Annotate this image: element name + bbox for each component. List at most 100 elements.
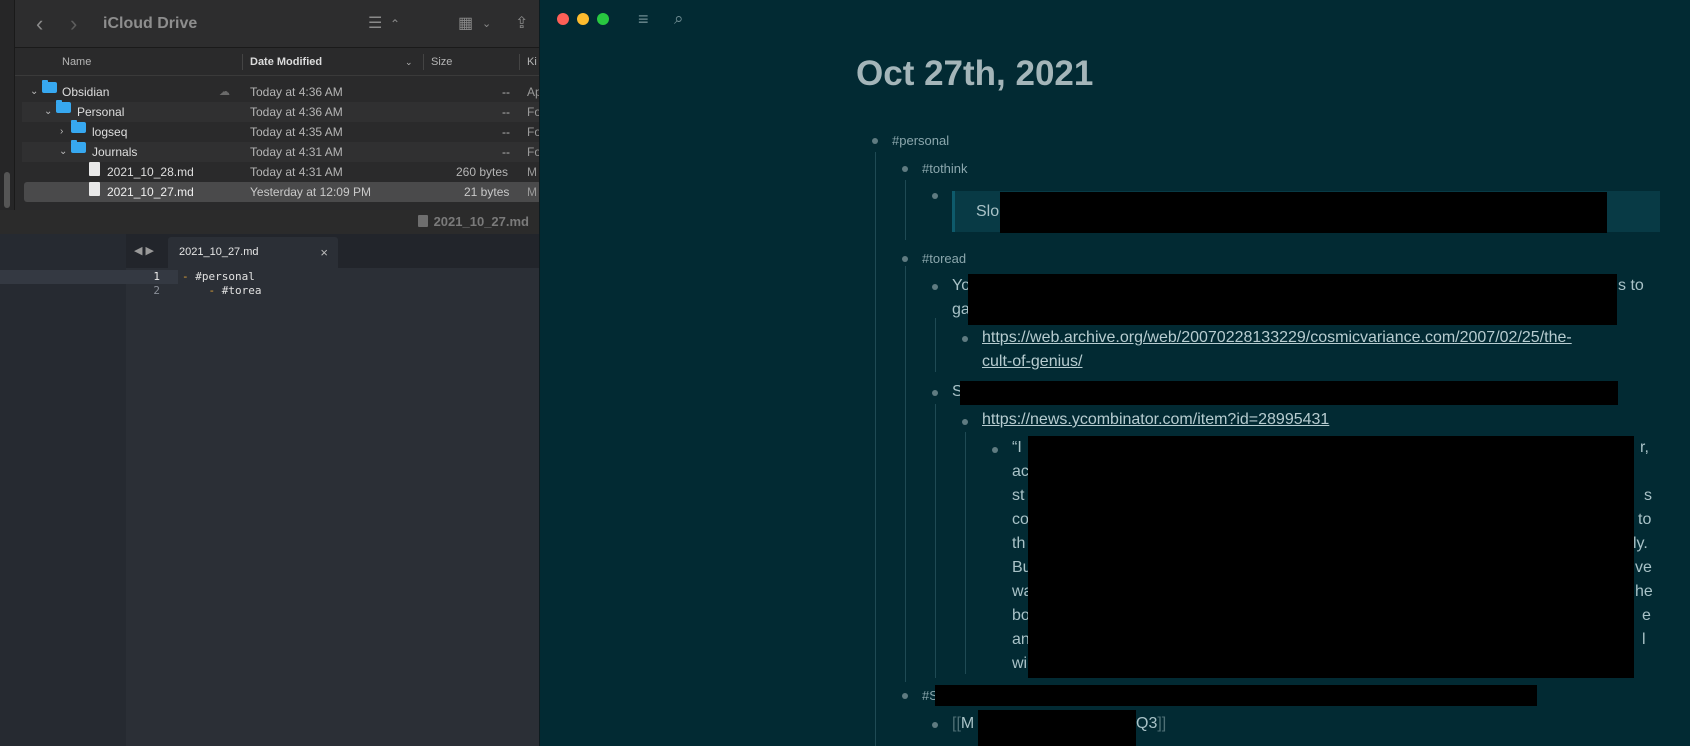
chevron-down-icon[interactable]: ⌄ <box>482 0 491 48</box>
fragment: ly. <box>1633 535 1648 552</box>
group-icon[interactable]: ▦ <box>458 0 473 48</box>
block-bullet[interactable] <box>872 138 878 144</box>
code-area[interactable]: - #personal - #torea <box>182 270 261 298</box>
file-name: 2021_10_27.md <box>107 185 194 199</box>
page-reference[interactable]: [[M <box>952 712 974 736</box>
finder-title: iCloud Drive <box>103 15 198 32</box>
fragment: to <box>1638 511 1652 528</box>
tab-nav-arrows[interactable]: ◀ ▶ <box>134 234 154 268</box>
current-line-highlight <box>0 270 126 284</box>
fragment: co <box>1012 511 1029 528</box>
tag-toread[interactable]: #toread <box>922 247 966 271</box>
column-date-modified[interactable]: Date Modified <box>250 48 322 76</box>
search-icon[interactable]: ⌕ <box>674 9 684 29</box>
folder-icon <box>56 100 71 113</box>
close-window-button[interactable] <box>557 13 569 25</box>
ref-bracket-open: [[ <box>952 715 961 732</box>
fragment: ve <box>1635 559 1652 576</box>
file-kind: Fo <box>527 105 539 119</box>
file-row-obsidian[interactable]: ⌄ Obsidian ☁ Today at 4:36 AM -- Ap <box>22 80 539 102</box>
block-bullet[interactable] <box>992 447 998 453</box>
block-bullet[interactable] <box>962 336 968 342</box>
quote-text: Slo <box>976 203 1000 220</box>
tag-tothink[interactable]: #tothink <box>922 157 968 181</box>
file-row-2021-10-27[interactable]: 2021_10_27.md Yesterday at 12:09 PM 21 b… <box>24 182 539 202</box>
sort-chevron-icon[interactable]: ⌃ <box>390 0 400 48</box>
sidebar-scrollbar[interactable] <box>4 172 10 208</box>
cloud-icon: ☁ <box>219 86 230 98</box>
block-bullet[interactable] <box>932 284 938 290</box>
block-bullet[interactable] <box>962 419 968 425</box>
finder-toolbar: ‹ › iCloud Drive ☰ ⌃ ▦ ⌄ ⇪ <box>0 0 539 48</box>
redacted-block <box>1000 192 1607 233</box>
hn-link[interactable]: https://news.ycombinator.com/item?id=289… <box>982 408 1329 432</box>
page-title[interactable]: Oct 27th, 2021 <box>856 54 1093 94</box>
archive-link-continued[interactable]: cult-of-genius/ <box>982 350 1083 374</box>
block-bullet[interactable] <box>902 693 908 699</box>
file-row-2021-10-28[interactable]: 2021_10_28.md Today at 4:31 AM 260 bytes… <box>22 162 539 182</box>
block-text-end: s to <box>1618 277 1644 294</box>
fragment: e <box>1642 607 1651 624</box>
logseq-window: ≡ ⌕ Oct 27th, 2021 #personal #tothink Sl… <box>539 0 1690 746</box>
fragment: l <box>1642 631 1646 648</box>
chevron-right-icon[interactable]: › <box>60 122 63 142</box>
redacted-block <box>1028 436 1634 678</box>
block-bullet[interactable] <box>932 722 938 728</box>
finder-window: ‹ › iCloud Drive ☰ ⌃ ▦ ⌄ ⇪ Name Date Mod… <box>0 0 539 210</box>
list-dash: - <box>182 270 189 283</box>
menu-icon[interactable]: ≡ <box>638 9 649 30</box>
share-icon[interactable]: ⇪ <box>515 0 528 48</box>
redacted-block <box>960 381 1618 405</box>
redacted-block <box>978 710 1136 746</box>
fragment: ac <box>1012 463 1029 480</box>
block-bullet[interactable] <box>932 390 938 396</box>
folder-icon <box>71 140 86 153</box>
page-reference-end[interactable]: Q3]] <box>1136 712 1166 736</box>
column-kind[interactable]: Ki <box>527 48 537 76</box>
file-date: Today at 4:31 AM <box>250 145 343 159</box>
column-name[interactable]: Name <box>62 48 91 76</box>
list-view-icon[interactable]: ☰ <box>368 0 382 48</box>
file-row-journals[interactable]: ⌄ Journals Today at 4:31 AM -- Fo <box>22 140 539 162</box>
line-number: 2 <box>153 284 160 297</box>
archive-link[interactable]: https://web.archive.org/web/200702281332… <box>982 326 1572 350</box>
outline-guide <box>875 152 876 746</box>
line-text: #personal <box>188 270 255 283</box>
block-bullet[interactable] <box>932 193 938 199</box>
block-bullet[interactable] <box>902 256 908 262</box>
chevron-down-icon[interactable]: ⌄ <box>59 142 67 162</box>
finder-sidebar-edge <box>0 0 15 210</box>
chevron-down-icon[interactable]: ⌄ <box>44 102 52 122</box>
outline-guide <box>905 266 906 682</box>
folder-icon <box>71 120 86 133</box>
file-row-logseq[interactable]: › logseq Today at 4:35 AM -- Fo <box>22 120 539 142</box>
desktop: ‹ › iCloud Drive ☰ ⌃ ▦ ⌄ ⇪ Name Date Mod… <box>0 0 1690 746</box>
file-name: Obsidian <box>62 85 110 99</box>
file-kind: M <box>527 185 537 199</box>
document-icon <box>89 162 100 176</box>
minimize-window-button[interactable] <box>577 13 589 25</box>
column-separator <box>519 54 520 70</box>
file-date: Today at 4:31 AM <box>250 165 343 179</box>
chevron-down-icon[interactable]: ⌄ <box>30 82 38 102</box>
code-line: - #torea <box>182 284 262 298</box>
editor-tab[interactable]: 2021_10_27.md × <box>168 237 338 268</box>
editor-sidebar <box>0 234 126 746</box>
close-icon[interactable]: × <box>320 237 328 268</box>
file-kind: Ap <box>527 85 539 99</box>
line-text: #torea <box>215 284 262 297</box>
zoom-window-button[interactable] <box>597 13 609 25</box>
file-row-personal[interactable]: ⌄ Personal Today at 4:36 AM -- Fo <box>22 100 539 122</box>
outline-guide <box>905 180 906 240</box>
file-name: Personal <box>77 105 125 119</box>
path-bar-file[interactable]: 2021_10_27.md <box>417 210 529 234</box>
column-size[interactable]: Size <box>431 48 452 76</box>
fragment: r, <box>1640 439 1649 456</box>
file-size: -- <box>502 125 510 139</box>
tag-personal[interactable]: #personal <box>892 129 949 153</box>
file-name: logseq <box>92 125 128 139</box>
forward-icon[interactable]: › <box>70 0 77 48</box>
block-bullet[interactable] <box>902 166 908 172</box>
back-icon[interactable]: ‹ <box>36 0 43 48</box>
